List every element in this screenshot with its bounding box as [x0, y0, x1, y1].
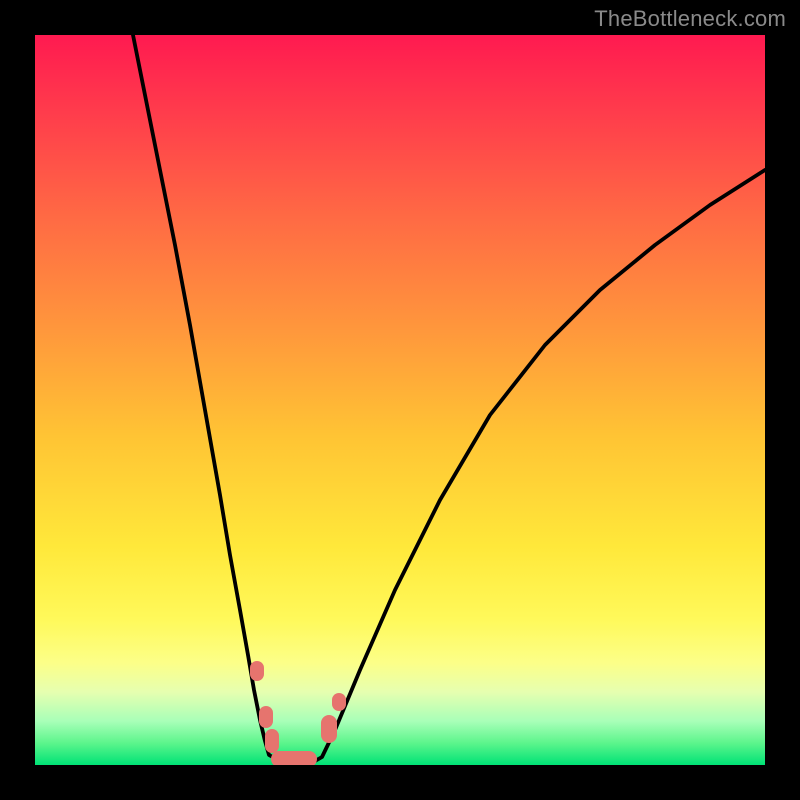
bottleneck-curve — [133, 35, 765, 763]
curve-marker-2 — [265, 729, 279, 753]
plot-area — [35, 35, 765, 765]
curve-marker-0 — [250, 661, 264, 681]
marker-layer — [250, 661, 346, 765]
curve-layer — [133, 35, 765, 763]
curve-marker-5 — [332, 693, 346, 711]
chart-svg — [35, 35, 765, 765]
curve-marker-4 — [321, 715, 337, 743]
chart-frame: TheBottleneck.com — [0, 0, 800, 800]
curve-marker-3 — [271, 751, 317, 765]
curve-marker-1 — [259, 706, 273, 728]
watermark-text: TheBottleneck.com — [594, 6, 786, 32]
